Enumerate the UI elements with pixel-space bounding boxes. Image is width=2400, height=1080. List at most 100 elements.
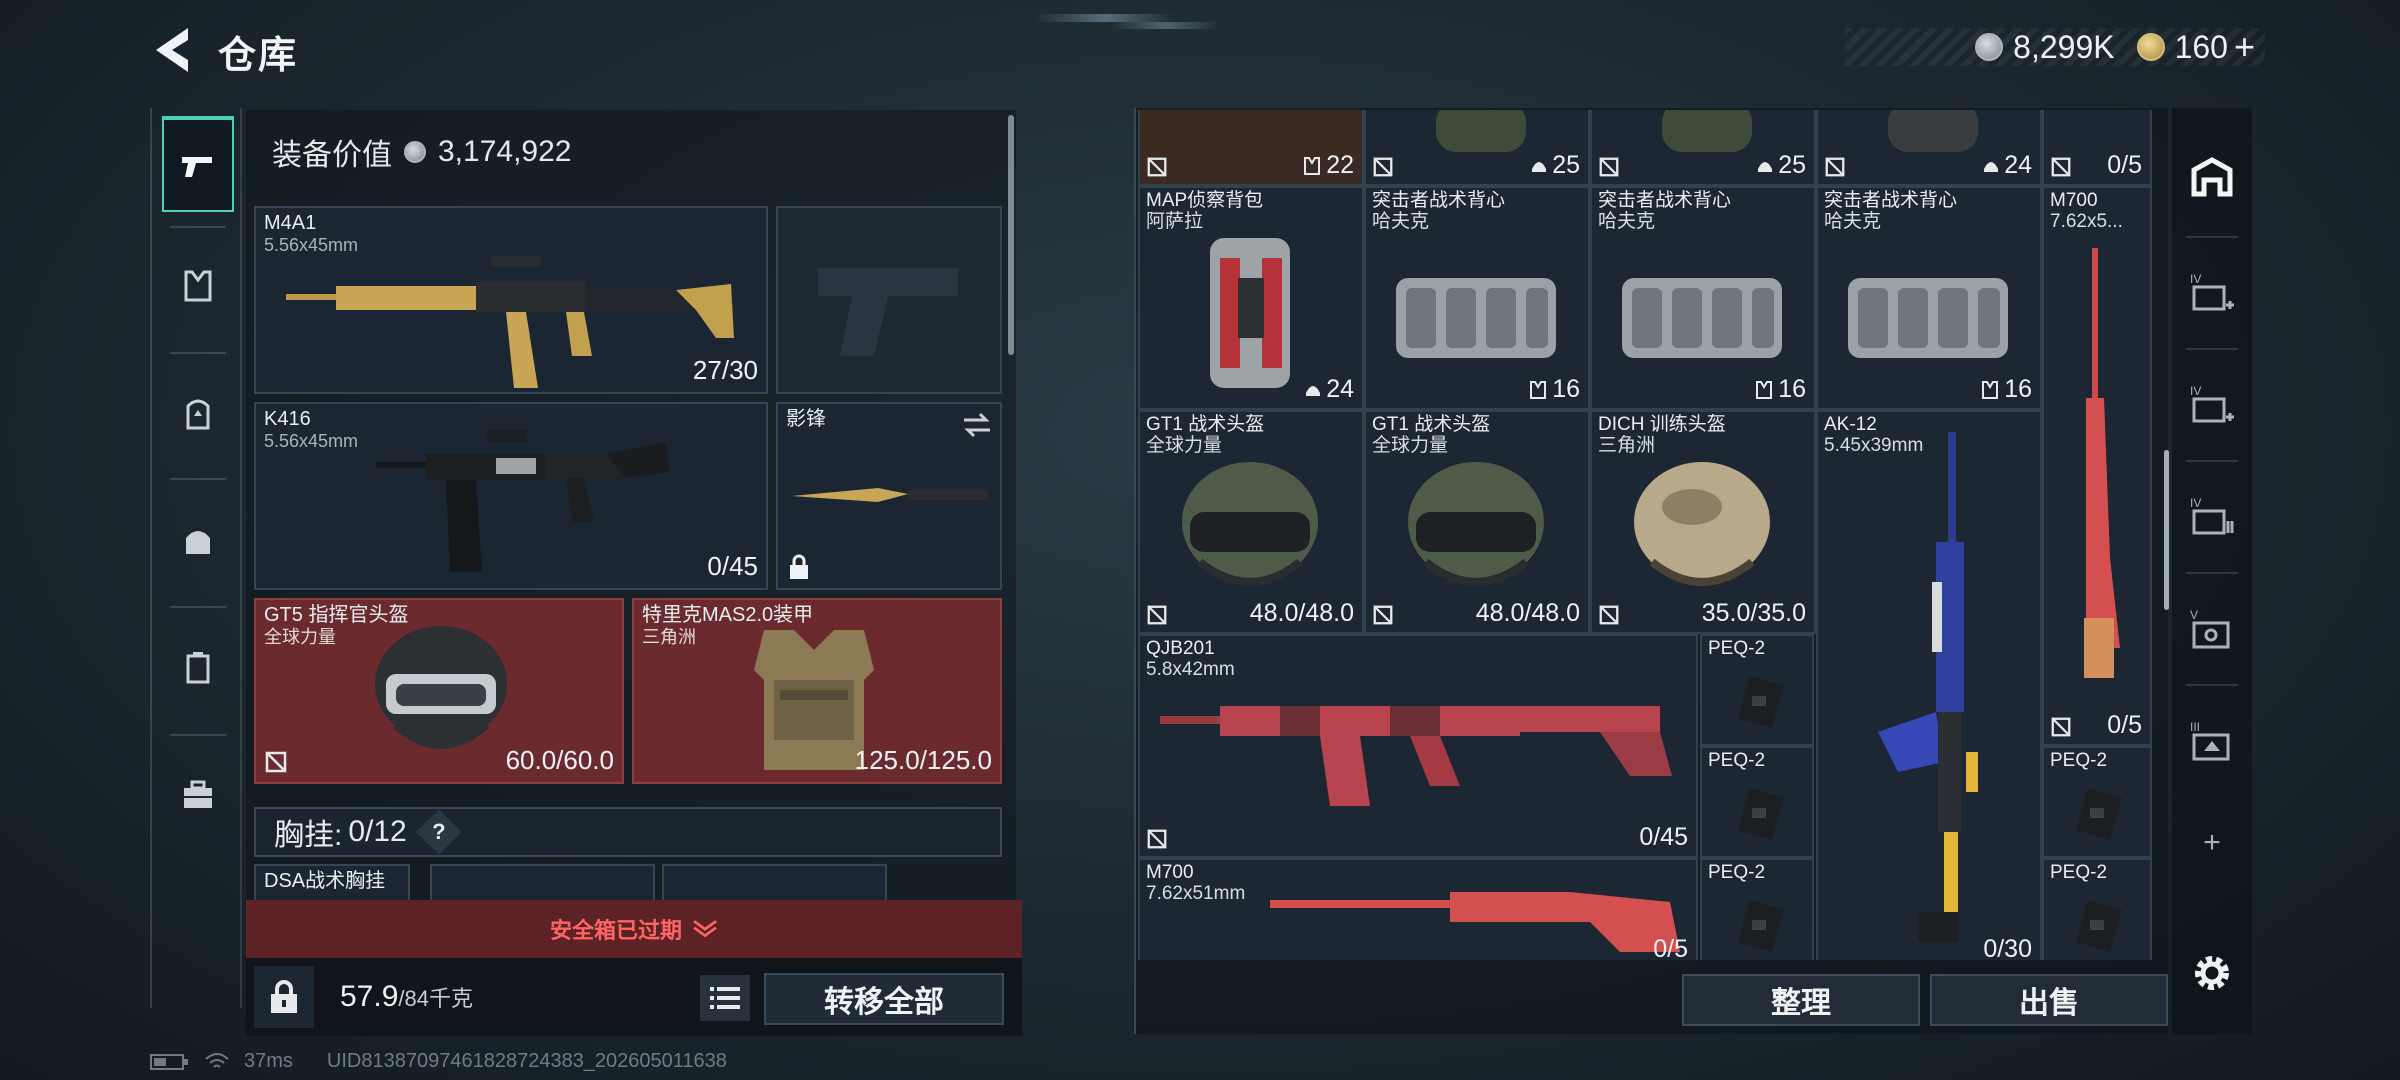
armor-slot[interactable]: 特里克MAS2.0装甲 三角洲 125.0/125.0 — [632, 598, 1002, 784]
stash-item-peq2[interactable]: PEQ-2 — [2042, 746, 2152, 858]
swap-icon[interactable] — [962, 412, 992, 438]
lock-button[interactable] — [254, 966, 314, 1028]
silver-coin-icon — [1975, 33, 2004, 61]
stash-item[interactable]: MAP侦察背包 阿萨拉 24 — [1138, 186, 1364, 410]
lock-icon — [271, 980, 297, 1013]
peq2-laser-image — [1738, 788, 1784, 840]
transfer-all-button[interactable]: 转移全部 — [764, 973, 1004, 1025]
add-currency-button[interactable]: + — [2234, 26, 2255, 68]
gold-coin-icon — [2136, 33, 2165, 61]
no-repair-icon — [1825, 157, 1845, 177]
secondary-weapon-slot[interactable]: K416 5.56x45mm 0/45 — [254, 402, 768, 590]
chest-rig-capacity: 0/12 — [348, 815, 407, 848]
stash-item-ak12-vertical[interactable]: AK-12 5.45x39mm 0/30 — [1816, 410, 2042, 960]
carry-weight: 57.9/84千克 — [340, 980, 473, 1014]
rail-item-vest[interactable] — [162, 238, 234, 334]
warehouse-tab[interactable] — [2180, 133, 2244, 223]
safebox-expired-banner[interactable]: 安全箱已过期 — [246, 900, 1022, 958]
rail-divider — [170, 606, 226, 608]
helmet-small-icon — [1532, 161, 1547, 172]
svg-text:IV: IV — [2190, 384, 2201, 398]
gold-currency[interactable]: 160 + — [2136, 26, 2255, 68]
stash-item-peq2[interactable]: PEQ-2 — [1700, 746, 1814, 858]
ceiling-light — [1035, 14, 1175, 22]
melee-slot[interactable]: 影锋 — [776, 402, 1002, 590]
expand-case-iv-icon: IV — [2190, 384, 2234, 423]
stash-item-peq2[interactable]: PEQ-2 — [1700, 634, 1814, 746]
chest-rig-bar[interactable]: 胸挂: 0/12 ? — [254, 807, 1002, 857]
silver-currency: 8,299K — [1975, 29, 2115, 66]
chest-rig-cell[interactable] — [430, 864, 655, 904]
expand-case-tab[interactable]: IV — [2180, 472, 2244, 562]
dich-helmet-image — [1634, 462, 1770, 586]
stash-item[interactable]: 25 — [1590, 110, 1816, 186]
rail-item-briefcase[interactable] — [162, 748, 234, 844]
expand-case-tab[interactable]: V — [2180, 584, 2244, 674]
gear-icon — [2195, 956, 2229, 990]
ak12-rifle-image — [1878, 432, 1978, 942]
peq2-laser-image — [2076, 788, 2122, 840]
stash-item[interactable]: 25 — [1364, 110, 1590, 186]
stash-item[interactable]: 突击者战术背心 哈夫克 16 — [1364, 186, 1590, 410]
list-view-button[interactable] — [700, 975, 750, 1021]
back-arrow-icon — [156, 28, 188, 72]
help-icon[interactable]: ? — [416, 809, 462, 855]
expand-case-iv-icon: IV — [2190, 272, 2234, 311]
stash-item-qjb201[interactable]: QJB201 5.8x42mm 0/45 — [1138, 634, 1698, 858]
stash-item[interactable]: 24 — [1816, 110, 2042, 186]
rail-divider — [170, 478, 226, 480]
helmet-image — [1436, 110, 1526, 152]
silver-coin-icon — [404, 141, 426, 163]
stash-item-m700-horizontal[interactable]: M700 7.62x51mm 0/5 — [1138, 858, 1698, 960]
stash-item[interactable]: 突击者战术背心 哈夫克 16 — [1816, 186, 2042, 410]
stash-scrollbar[interactable] — [2164, 450, 2169, 610]
rail-item-weapons[interactable] — [162, 116, 234, 212]
rail-item-case[interactable] — [162, 620, 234, 716]
chest-rig-label: 胸挂: — [274, 819, 343, 852]
stash-item[interactable]: GT1 战术头盔 全球力量 48.0/48.0 — [1364, 410, 1590, 634]
sell-button[interactable]: 出售 — [1930, 974, 2168, 1026]
armor-maker: 三角洲 — [642, 627, 696, 647]
svg-text:IV: IV — [2190, 496, 2201, 510]
equipment-value: 装备价值 3,174,922 — [272, 130, 571, 174]
qjb201-rifle-image — [1160, 706, 1672, 806]
stash-item[interactable]: DICH 训练头盔 三角洲 35.0/35.0 — [1590, 410, 1816, 634]
sort-button[interactable]: 整理 — [1682, 974, 1920, 1026]
weapon-caliber: 5.56x45mm — [264, 431, 359, 451]
stash-item[interactable]: GT1 战术头盔 全球力量 48.0/48.0 — [1138, 410, 1364, 634]
equipment-scrollbar[interactable] — [1008, 115, 1014, 355]
gt1-helmet-image — [1408, 462, 1544, 586]
rail-item-pouch[interactable] — [162, 494, 234, 590]
backpack-image — [1210, 238, 1290, 388]
helmet-small-icon — [1984, 161, 1999, 172]
k416-rifle-image — [376, 430, 670, 572]
tactical-vest-image — [1396, 278, 1556, 358]
stash-item[interactable]: 22 — [1138, 110, 1364, 186]
back-button[interactable] — [148, 22, 200, 78]
chest-rig-cell[interactable] — [662, 864, 887, 904]
stash-item[interactable]: 突击者战术背心 哈夫克 16 — [1590, 186, 1816, 410]
no-repair-icon — [1147, 157, 1167, 177]
sidearm-slot-empty[interactable] — [776, 206, 1002, 394]
stash-item-m700-vertical[interactable]: M700 7.62x5... 0/5 — [2042, 186, 2152, 746]
rail-divider — [170, 352, 226, 354]
helmet-slot[interactable]: GT5 指挥官头盔 全球力量 60.0/60.0 — [254, 598, 624, 784]
currency-bar: 8,299K 160 + — [1845, 26, 2265, 68]
rail-item-backpack[interactable] — [162, 366, 234, 462]
expand-case-tab[interactable]: IV — [2180, 360, 2244, 450]
settings-button[interactable] — [2180, 928, 2244, 1018]
chest-rig-slot[interactable]: DSA战术胸挂 — [254, 864, 410, 904]
m700-rifle-image — [2084, 248, 2120, 678]
no-repair-icon — [1147, 829, 1167, 849]
expand-case-tab[interactable]: IV — [2180, 248, 2244, 338]
primary-weapon-slot[interactable]: M4A1 5.56x45mm 27/30 — [254, 206, 768, 394]
stash-item[interactable]: 0/5 — [2042, 110, 2152, 186]
vest-icon — [184, 270, 212, 302]
no-repair-icon — [2051, 157, 2071, 177]
peq2-laser-image — [1738, 900, 1784, 952]
stash-item-peq2[interactable]: PEQ-2 — [2042, 858, 2152, 960]
stash-item-peq2[interactable]: PEQ-2 — [1700, 858, 1814, 960]
rail-divider — [2186, 348, 2238, 350]
add-container-button[interactable]: + — [2180, 798, 2244, 888]
expand-case-tab[interactable]: III — [2180, 696, 2244, 786]
